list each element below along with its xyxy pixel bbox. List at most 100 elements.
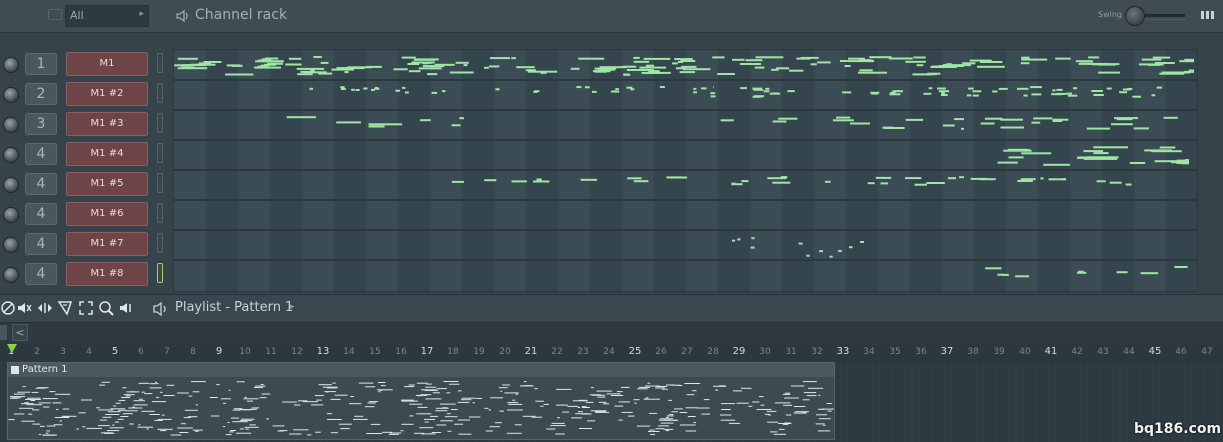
channel-mixer-track[interactable]: 4 <box>25 173 57 195</box>
clip-note <box>531 416 543 418</box>
clip-note <box>239 409 251 411</box>
note-block <box>1080 60 1094 63</box>
channel-enable-led[interactable] <box>3 117 19 133</box>
pattern-clip[interactable]: Pattern 1 <box>7 362 835 440</box>
channel-enable-led[interactable] <box>3 57 19 73</box>
scroll-left-button[interactable]: < <box>12 324 28 341</box>
channel-enable-led[interactable] <box>3 177 19 193</box>
channel-row[interactable]: 1 M1 <box>0 49 170 79</box>
speaker-icon[interactable] <box>153 301 169 317</box>
row-divider <box>174 199 1197 201</box>
channel-enable-led[interactable] <box>3 267 19 283</box>
channel-select-indicator[interactable] <box>157 233 163 253</box>
channel-row[interactable]: 4 M1 #6 <box>0 199 170 229</box>
clip-note <box>715 389 719 391</box>
note-block <box>420 119 431 122</box>
speaker-icon[interactable] <box>176 9 190 23</box>
channel-mixer-track[interactable]: 4 <box>25 263 57 285</box>
note-block <box>451 180 464 183</box>
note-block <box>401 86 406 89</box>
channel-select-indicator[interactable] <box>157 53 163 73</box>
playlist-scrollbar[interactable]: < <box>0 322 1223 344</box>
clip-note <box>400 399 414 401</box>
channel-select-indicator[interactable] <box>157 83 163 103</box>
clip-note <box>439 403 456 405</box>
channel-pianoroll-previews[interactable] <box>173 49 1198 292</box>
channel-select-indicator[interactable] <box>157 173 163 193</box>
channel-name-button[interactable]: M1 #3 <box>66 112 148 136</box>
clip-note <box>302 401 319 403</box>
channel-row[interactable]: 4 M1 #8 <box>0 259 170 289</box>
note-block <box>1152 56 1171 59</box>
clip-note <box>40 425 45 427</box>
ruler-bar-number: 15 <box>369 347 381 357</box>
clip-note <box>311 404 324 406</box>
channel-row[interactable]: 4 M1 #7 <box>0 229 170 259</box>
clip-note <box>606 393 621 395</box>
select-tool-icon[interactable] <box>78 300 94 316</box>
channel-enable-led[interactable] <box>3 87 19 103</box>
channel-row[interactable]: 2 M1 #2 <box>0 79 170 109</box>
mute-speaker-icon[interactable] <box>17 300 33 316</box>
channel-row[interactable]: 3 M1 #3 <box>0 109 170 139</box>
playlist-timeline-ruler[interactable]: 1 2 3 4 5 6 7 8 9 10 11 12 13 14 15 16 17 18 19 20 21 22 23 24 2… <box>0 343 1223 362</box>
grid-subline <box>898 362 900 442</box>
ruler-bar-number: 7 <box>164 347 170 357</box>
channel-name-button[interactable]: M1 #4 <box>66 142 148 166</box>
mute-tool-icon[interactable] <box>0 300 16 316</box>
channel-select-indicator[interactable] <box>157 143 163 163</box>
channel-mixer-track[interactable]: 4 <box>25 143 57 165</box>
channel-row[interactable]: 4 M1 #4 <box>0 139 170 169</box>
playback-tool-icon[interactable] <box>119 300 135 316</box>
channel-mixer-track[interactable]: 4 <box>25 233 57 255</box>
row-divider <box>174 79 1197 81</box>
channel-name-button[interactable]: M1 #2 <box>66 82 148 106</box>
clip-note <box>272 425 285 427</box>
clip-note <box>8 419 15 421</box>
channel-enable-led[interactable] <box>3 237 19 253</box>
note-block <box>536 178 542 181</box>
note-block <box>966 94 972 97</box>
channel-row[interactable]: 4 M1 #5 <box>0 169 170 199</box>
channel-select-indicator[interactable] <box>157 203 163 223</box>
channel-mixer-track[interactable]: 1 <box>25 53 57 75</box>
note-block <box>1078 270 1084 273</box>
note-block <box>434 63 455 66</box>
note-block <box>839 60 848 62</box>
note-block <box>1156 86 1162 89</box>
playhead-marker[interactable] <box>7 344 17 353</box>
channel-filter-dropdown[interactable]: All ▸ <box>65 5 149 27</box>
channel-select-indicator[interactable] <box>157 113 163 133</box>
clip-note <box>748 405 753 407</box>
channel-name-button[interactable]: M1 #8 <box>66 262 148 286</box>
grid-subline <box>1002 362 1004 442</box>
swing-slider[interactable] <box>1145 14 1185 17</box>
pattern-clip-header[interactable]: Pattern 1 <box>8 363 834 377</box>
channel-name-button[interactable]: M1 #5 <box>66 172 148 196</box>
channel-name-button[interactable]: M1 #7 <box>66 232 148 256</box>
channel-mixer-track[interactable]: 3 <box>25 113 57 135</box>
channel-name-button[interactable]: M1 <box>66 52 148 76</box>
grid-subline <box>1087 362 1088 442</box>
channel-enable-led[interactable] <box>3 147 19 163</box>
clip-note <box>117 418 124 420</box>
folder-icon[interactable] <box>48 9 62 20</box>
playlist-track[interactable]: Pattern 1 <box>0 362 1223 442</box>
note-block <box>203 61 222 63</box>
channel-name-button[interactable]: M1 #6 <box>66 202 148 226</box>
scroll-thumb[interactable] <box>0 325 7 340</box>
channel-mixer-track[interactable]: 4 <box>25 203 57 225</box>
ruler-bar-number: 12 <box>291 347 303 357</box>
clip-note <box>230 430 236 431</box>
zoom-tool-icon[interactable] <box>98 300 114 316</box>
channel-select-indicator[interactable] <box>157 263 163 283</box>
clip-note <box>686 394 695 396</box>
swing-knob[interactable] <box>1125 6 1145 26</box>
slice-tool-icon[interactable] <box>57 300 73 316</box>
chevron-right-icon[interactable]: ▸ <box>290 302 295 312</box>
bars-menu-icon[interactable] <box>1200 10 1216 20</box>
slip-tool-icon[interactable] <box>37 300 53 316</box>
channel-mixer-track[interactable]: 2 <box>25 83 57 105</box>
channel-enable-led[interactable] <box>3 207 19 223</box>
note-block <box>765 87 770 90</box>
